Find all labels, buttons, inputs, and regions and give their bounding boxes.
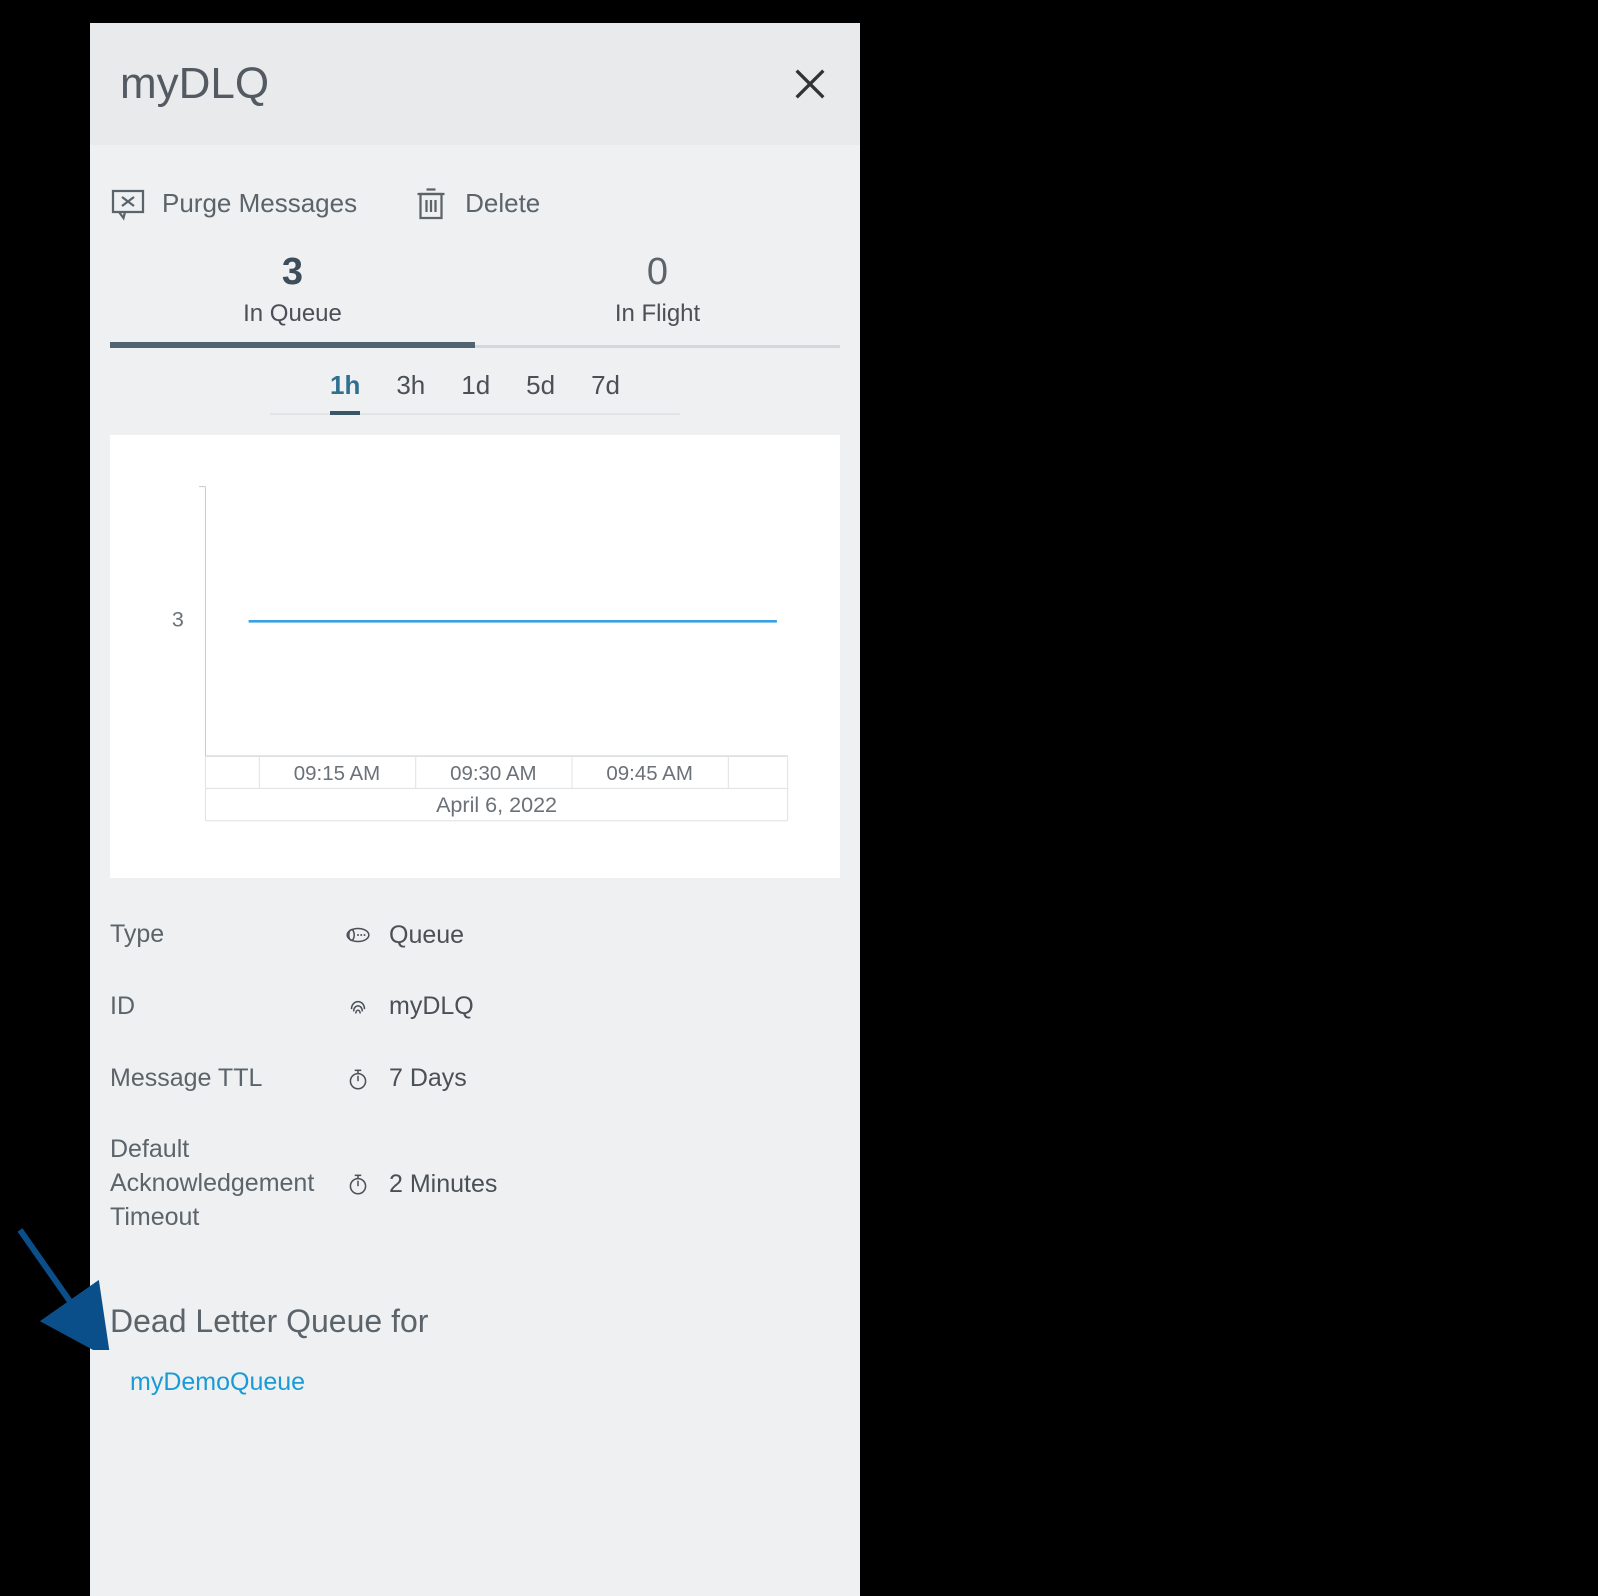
in-queue-value: 3 [110,251,475,294]
dlq-linked-queue: myDemoQueue [90,1340,860,1397]
detail-row-type: Type Queue [110,918,840,952]
detail-row-ack: Default Acknowledgement Timeout 2 Minute… [110,1133,840,1234]
delete-label: Delete [465,188,540,219]
stopwatch-icon [345,1171,371,1197]
detail-value-ack: 2 Minutes [389,1170,497,1199]
dlq-section-heading: Dead Letter Queue for [90,1273,860,1340]
purge-icon [110,185,146,221]
in-flight-value: 0 [475,251,840,294]
detail-label-type: Type [110,918,345,952]
details-list: Type Queue ID myDLQ Message TTL [90,878,860,1273]
in-flight-label: In Flight [475,300,840,328]
chart-ytick-0: 3 [172,607,184,632]
chart-xtick-2: 09:45 AM [606,762,692,785]
chart-xtick-0: 09:15 AM [294,762,380,785]
detail-label-ack: Default Acknowledgement Timeout [110,1133,345,1234]
range-tab-3h[interactable]: 3h [396,370,425,413]
detail-value-ttl: 7 Days [389,1064,467,1093]
range-tab-1d[interactable]: 1d [461,370,490,413]
queue-chart: 3 09:15 AM 09:30 AM 09:45 AM April 6, 20… [130,465,820,853]
fingerprint-icon [345,994,371,1020]
detail-row-id: ID myDLQ [110,990,840,1024]
chart-xtick-1: 09:30 AM [450,762,536,785]
delete-button[interactable]: Delete [413,185,540,221]
panel-title: myDLQ [120,59,269,109]
linked-queue-link[interactable]: myDemoQueue [130,1368,305,1396]
purge-label: Purge Messages [162,188,357,219]
count-tabs: 3 In Queue 0 In Flight [90,251,860,348]
trash-icon [413,185,449,221]
detail-value-type: Queue [389,921,464,950]
queue-detail-panel: myDLQ Purge Messages [90,23,860,1596]
in-queue-label: In Queue [110,300,475,328]
panel-header: myDLQ [90,23,860,145]
detail-label-id: ID [110,990,345,1024]
purge-messages-button[interactable]: Purge Messages [110,185,357,221]
tab-in-flight[interactable]: 0 In Flight [475,251,840,348]
queue-type-icon [345,922,371,948]
chart-xlabel: April 6, 2022 [436,792,557,817]
range-tab-7d[interactable]: 7d [591,370,620,413]
detail-value-id: myDLQ [389,992,474,1021]
range-tabs: 1h 3h 1d 5d 7d [270,370,680,415]
chart-card: 3 09:15 AM 09:30 AM 09:45 AM April 6, 20… [110,435,840,878]
action-row: Purge Messages Delete [90,145,860,251]
detail-row-ttl: Message TTL 7 Days [110,1062,840,1096]
range-tab-5d[interactable]: 5d [526,370,555,413]
tab-in-queue[interactable]: 3 In Queue [110,251,475,348]
stopwatch-icon [345,1066,371,1092]
range-tab-1h[interactable]: 1h [330,370,360,415]
close-button[interactable] [790,64,830,104]
detail-label-ttl: Message TTL [110,1062,345,1096]
close-icon [790,64,830,104]
